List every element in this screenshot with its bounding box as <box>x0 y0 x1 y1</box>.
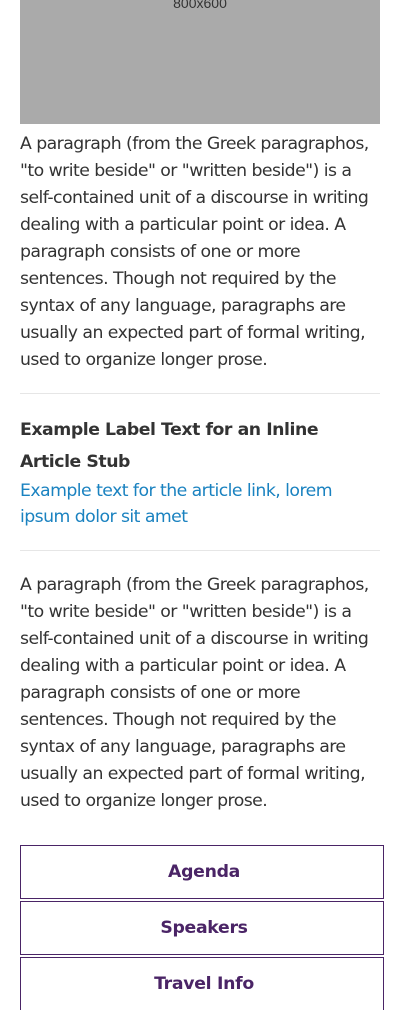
page: 800x600 A paragraph (from the Greek para… <box>0 0 400 1010</box>
body-paragraph: A paragraph (from the Greek paragraphos,… <box>20 575 369 811</box>
travel-info-button[interactable]: Travel Info <box>20 957 384 1010</box>
speakers-button[interactable]: Speakers <box>20 901 384 955</box>
hero-image-caption: 800x600 <box>173 0 227 11</box>
article-stub-label: Example Label Text for an Inline Article… <box>20 420 319 472</box>
body-paragraph: A paragraph (from the Greek paragraphos,… <box>20 134 369 370</box>
divider <box>20 550 380 551</box>
divider <box>20 393 380 394</box>
hero-image-placeholder: 800x600 <box>20 0 380 124</box>
article-stub-link[interactable]: Example text for the article link, lorem… <box>20 478 380 530</box>
agenda-button[interactable]: Agenda <box>20 845 384 899</box>
